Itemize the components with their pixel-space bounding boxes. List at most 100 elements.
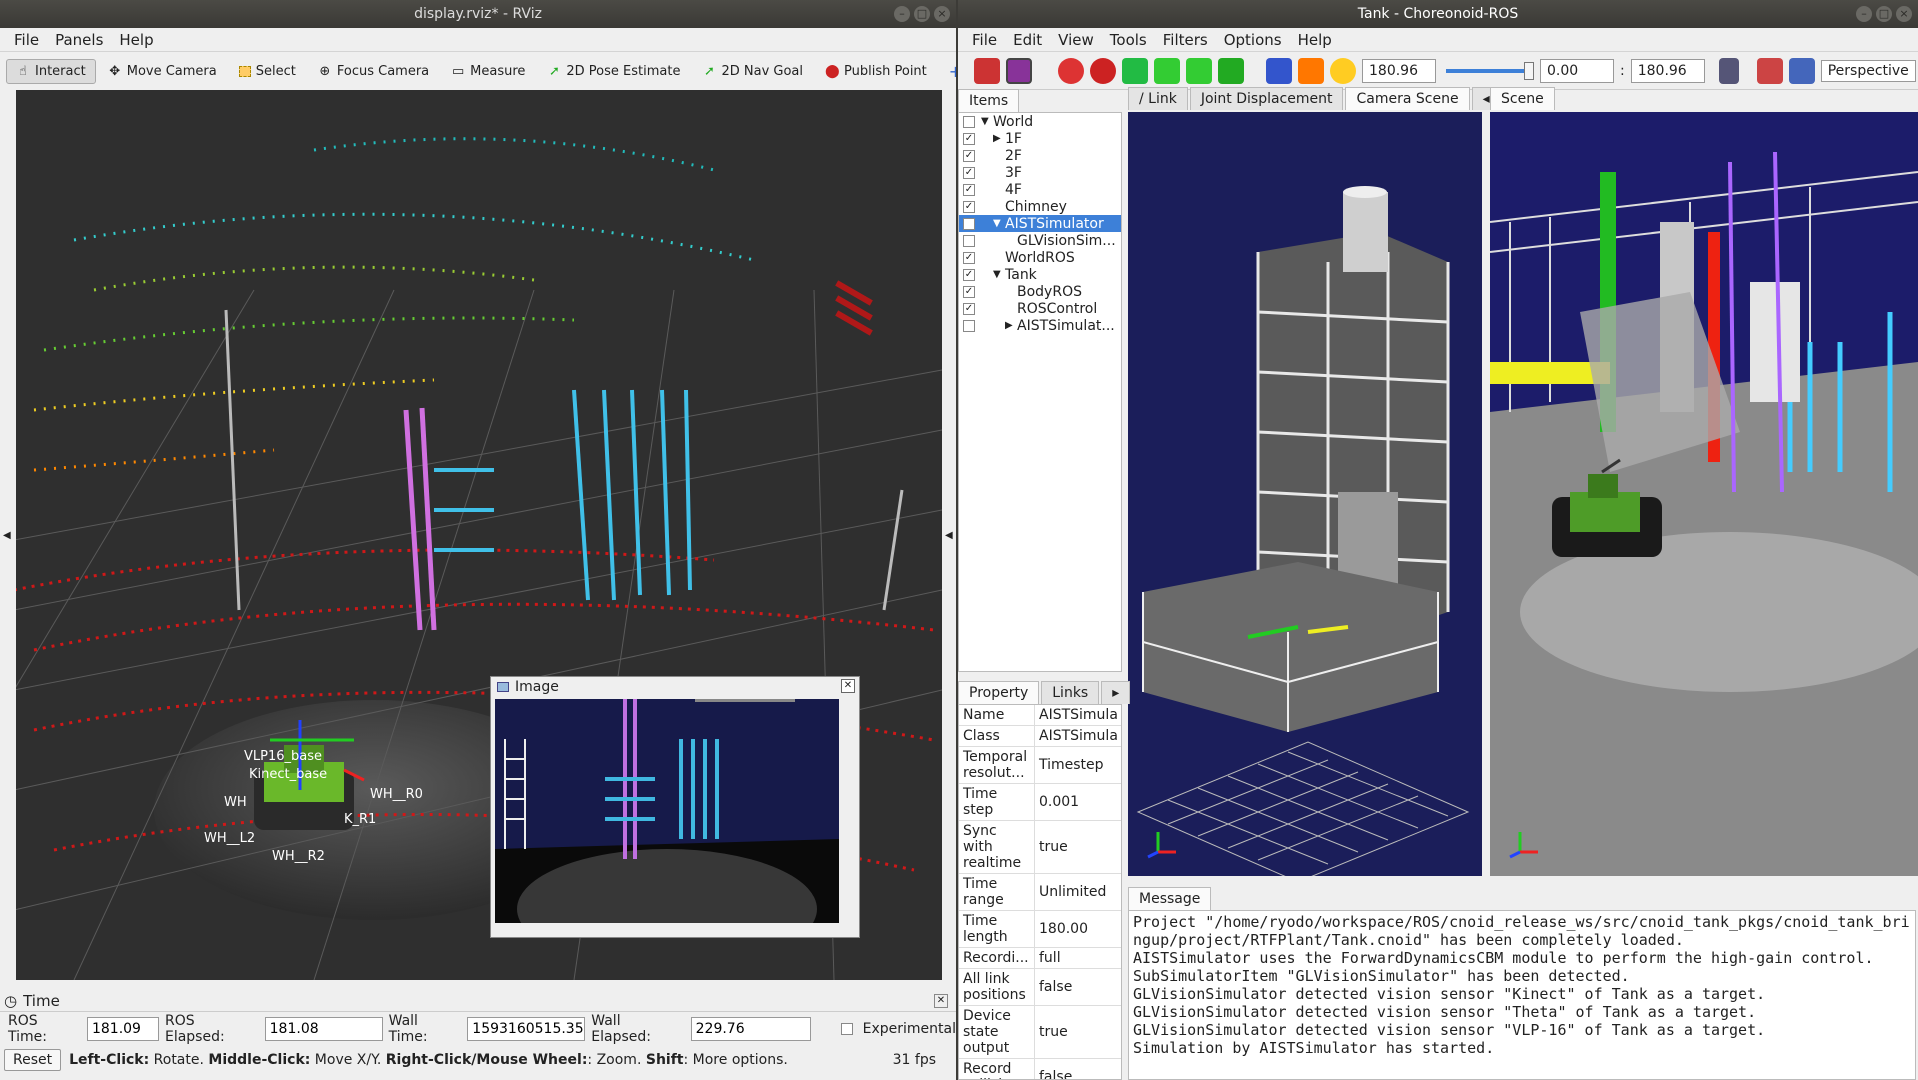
start-sim-icon[interactable]	[1090, 57, 1116, 84]
pause-icon[interactable]	[1298, 57, 1324, 84]
expand-arrow-icon[interactable]: ▼	[993, 218, 1005, 229]
tree-item-checkbox[interactable]	[963, 115, 975, 128]
menu-options[interactable]: Options	[1216, 31, 1290, 49]
tree-item[interactable]: GLVisionSim...	[959, 232, 1121, 249]
close-icon[interactable]: ✕	[841, 679, 855, 693]
tree-item[interactable]: ✓ WorldROS	[959, 249, 1121, 266]
property-value[interactable]: AISTSimula	[1035, 705, 1121, 725]
load-icon[interactable]	[1006, 57, 1032, 84]
tree-item-checkbox[interactable]: ✓	[963, 217, 975, 230]
tree-item[interactable]: ✓ ROSControl	[959, 300, 1121, 317]
save-project-icon[interactable]	[974, 57, 1000, 84]
menu-edit[interactable]: Edit	[1005, 31, 1050, 49]
step-icon[interactable]	[1154, 57, 1180, 84]
property-row[interactable]: All link positions false	[959, 969, 1121, 1006]
tree-item-checkbox[interactable]: ✓	[963, 268, 975, 281]
left-splitter[interactable]: ◀	[0, 90, 16, 980]
pause-sim-icon[interactable]	[1186, 57, 1212, 84]
reset-button[interactable]: Reset	[4, 1049, 62, 1071]
add-tool-button[interactable]: +	[939, 57, 956, 86]
tree-item[interactable]: ✓ 3F	[959, 164, 1121, 181]
tool-2d-pose-estimate[interactable]: ➚ 2D Pose Estimate	[537, 59, 690, 84]
time-max-field[interactable]: 180.96	[1630, 58, 1705, 83]
tree-item[interactable]: ✓ 2F	[959, 147, 1121, 164]
right-splitter[interactable]: ◀	[942, 90, 956, 980]
tree-item-checkbox[interactable]	[963, 234, 975, 247]
property-row[interactable]: Time length 180.00	[959, 911, 1121, 948]
tab-links[interactable]: Links	[1041, 681, 1100, 704]
expand-arrow-icon[interactable]: ▶	[993, 133, 1005, 144]
property-value[interactable]: true	[1035, 1006, 1121, 1058]
tree-item[interactable]: ▼ World	[959, 113, 1121, 130]
time-field[interactable]: 180.96	[1362, 58, 1436, 83]
property-value[interactable]: true	[1035, 821, 1121, 873]
property-row[interactable]: Sync with realtime true	[959, 821, 1121, 874]
property-row[interactable]: Device state output true	[959, 1006, 1121, 1059]
tool-measure[interactable]: ▭ Measure	[441, 59, 535, 84]
ros-time-field[interactable]	[86, 1017, 159, 1041]
wrench-icon[interactable]	[1718, 57, 1739, 84]
move-icon[interactable]	[1788, 57, 1815, 84]
tool-focus-camera[interactable]: ⊕ Focus Camera	[308, 59, 439, 84]
menu-filters[interactable]: Filters	[1155, 31, 1216, 49]
property-value[interactable]: AISTSimula	[1035, 726, 1121, 746]
tree-item[interactable]: ✓ Chimney	[959, 198, 1121, 215]
property-row[interactable]: Recordi... full	[959, 948, 1121, 969]
property-row[interactable]: Temporal resolut... Timestep	[959, 747, 1121, 784]
reset-sim-icon[interactable]	[1058, 57, 1084, 84]
tab-joint-displacement[interactable]: Joint Displacement	[1189, 87, 1344, 110]
menu-tools[interactable]: Tools	[1102, 31, 1155, 49]
expand-arrow-icon[interactable]: ▼	[993, 269, 1005, 280]
tree-item[interactable]: ✓ ▶ 1F	[959, 130, 1121, 147]
image-panel[interactable]: Image ✕	[490, 676, 860, 969]
property-value[interactable]: Timestep	[1035, 747, 1121, 783]
tree-item-checkbox[interactable]: ✓	[963, 285, 975, 298]
minimize-icon[interactable]: –	[894, 6, 910, 22]
time-min-field[interactable]: 0.00	[1540, 58, 1614, 83]
perspective-select[interactable]: Perspective	[1820, 59, 1916, 82]
tab-property[interactable]: Property	[958, 681, 1040, 704]
property-row[interactable]: Time step 0.001	[959, 784, 1121, 821]
tree-item-checkbox[interactable]: ✓	[963, 200, 975, 213]
property-row[interactable]: Record collisionfalse	[959, 1059, 1121, 1079]
menu-help[interactable]: Help	[1290, 31, 1340, 49]
menu-panels[interactable]: Panels	[47, 31, 111, 49]
tree-item[interactable]: ✓ ▼ AISTSimulator	[959, 215, 1121, 232]
tab-items[interactable]: Items	[958, 89, 1020, 112]
menu-help[interactable]: Help	[111, 31, 161, 49]
property-row[interactable]: Class AISTSimula	[959, 726, 1121, 747]
tool-publish-point[interactable]: ⬤ Publish Point	[815, 59, 937, 84]
tree-item-checkbox[interactable]: ✓	[963, 183, 975, 196]
experimental-checkbox[interactable]	[840, 1023, 853, 1035]
tree-item-checkbox[interactable]: ✓	[963, 251, 975, 264]
tab-scroll-arrow[interactable]: ▸	[1101, 681, 1131, 704]
tree-item[interactable]: ✓ ▼ Tank	[959, 266, 1121, 283]
tree-item-checkbox[interactable]: ✓	[963, 132, 975, 145]
tree-item-checkbox[interactable]: ✓	[963, 302, 975, 315]
property-row[interactable]: Name AISTSimula	[959, 705, 1121, 726]
play-icon[interactable]	[1266, 57, 1292, 84]
menu-view[interactable]: View	[1050, 31, 1102, 49]
time-slider[interactable]	[1446, 61, 1534, 80]
refresh-icon[interactable]	[1330, 57, 1356, 84]
maximize-icon[interactable]: □	[1876, 6, 1892, 22]
resume-sim-icon[interactable]	[1122, 57, 1148, 84]
tree-item-checkbox[interactable]: ✓	[963, 166, 975, 179]
tree-item[interactable]: ✓ BodyROS	[959, 283, 1121, 300]
close-icon[interactable]: ×	[934, 6, 950, 22]
camera-scene-view[interactable]	[1128, 112, 1482, 883]
message-log[interactable]: Project "/home/ryodo/workspace/ROS/cnoid…	[1128, 910, 1916, 1080]
wall-time-field[interactable]	[467, 1017, 586, 1041]
property-value[interactable]: false	[1035, 1059, 1121, 1079]
pointer-icon[interactable]	[1756, 57, 1783, 84]
property-row[interactable]: Time range Unlimited	[959, 874, 1121, 911]
tool-interact[interactable]: ☝ Interact	[6, 59, 96, 84]
tool-select[interactable]: Select	[229, 59, 306, 84]
tool-move-camera[interactable]: ✥ Move Camera	[98, 59, 227, 84]
tab-link[interactable]: / Link	[1128, 87, 1188, 110]
tab-message[interactable]: Message	[1128, 887, 1212, 910]
tree-item-checkbox[interactable]	[963, 319, 975, 332]
scene-view[interactable]	[1489, 112, 1918, 876]
tab-camera-scene[interactable]: Camera Scene	[1345, 87, 1470, 110]
ros-elapsed-field[interactable]	[264, 1017, 383, 1041]
